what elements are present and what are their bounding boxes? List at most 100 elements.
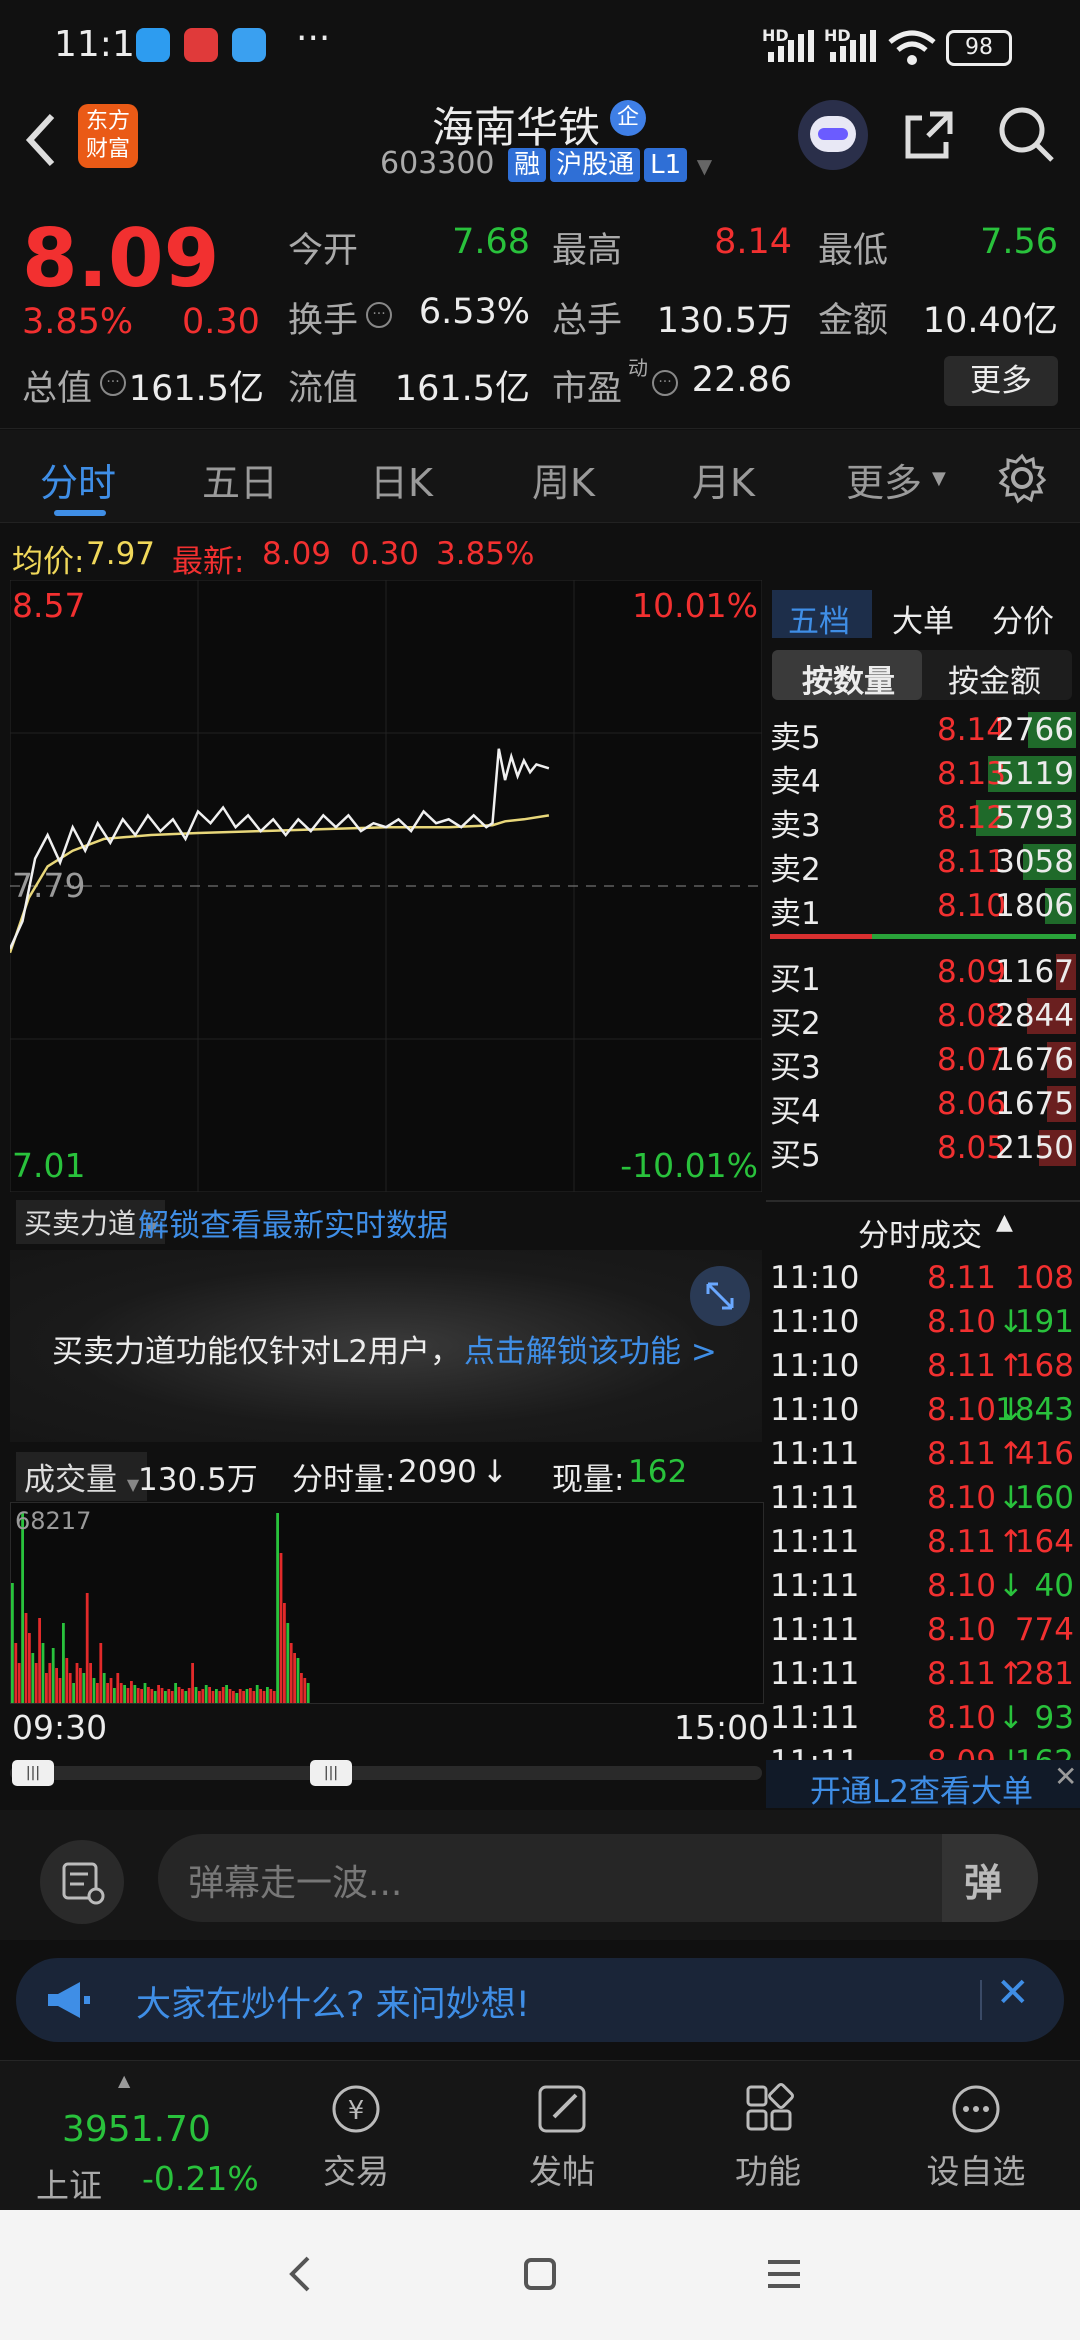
index-name: 上证 xyxy=(36,2166,102,2205)
ask-row[interactable]: 卖3 8.12 5793 xyxy=(766,796,1080,844)
post-edit-icon xyxy=(538,2085,586,2133)
index-pct: -0.21% xyxy=(142,2159,259,2198)
volume-bar xyxy=(34,1663,38,1703)
minute-volume-label: 分时量: xyxy=(292,1462,396,1498)
time-end: 15:00 xyxy=(674,1708,770,1747)
system-home-icon[interactable] xyxy=(520,2252,560,2296)
volume-bar xyxy=(136,1688,140,1703)
corp-badge: 企 xyxy=(610,100,646,136)
range-handle-right[interactable]: ||| xyxy=(310,1760,352,1786)
turnover-info-icon[interactable]: ··· xyxy=(366,302,392,328)
range-handle-left[interactable]: ||| xyxy=(12,1760,54,1786)
logo-line1: 东方 xyxy=(85,109,130,134)
volume-bar xyxy=(279,1553,283,1703)
system-back-icon[interactable] xyxy=(280,2252,320,2296)
tab-more-caret-icon[interactable]: ▼ xyxy=(932,468,946,489)
app-notification-icon xyxy=(136,28,170,62)
ask-price: 8.11 xyxy=(936,844,1006,880)
time-range-track[interactable] xyxy=(10,1766,762,1780)
l2-banner-close-icon[interactable]: ✕ xyxy=(1054,1760,1077,1793)
tab-more[interactable]: 更多 xyxy=(846,452,922,507)
intraday-chart-svg xyxy=(10,580,762,1192)
bid-row[interactable]: 买3 8.07 1676 xyxy=(766,1038,1080,1086)
pe-info-icon[interactable]: ··· xyxy=(652,370,678,396)
intraday-chart[interactable]: 8.57 10.01% 7.79 7.01 -10.01% xyxy=(10,580,762,1192)
force-unlock-action[interactable]: 点击解锁该功能 > xyxy=(464,1326,717,1371)
volume-bar xyxy=(150,1689,154,1703)
volume-bar xyxy=(289,1643,293,1703)
search-icon[interactable] xyxy=(996,104,1056,164)
tab-level5[interactable]: 五档 xyxy=(772,590,872,640)
ask-row[interactable]: 卖5 8.14 2766 xyxy=(766,708,1080,756)
volume-bar xyxy=(194,1687,198,1703)
ask-row[interactable]: 卖4 8.13 5119 xyxy=(766,752,1080,800)
open-value: 7.68 xyxy=(452,222,530,262)
nav-trade[interactable]: ¥ 交易 xyxy=(276,2081,436,2193)
tick-qty: 1843 xyxy=(995,1392,1074,1428)
bid-row[interactable]: 买5 8.05 2150 xyxy=(766,1126,1080,1174)
tick-time: 11:11 xyxy=(770,1524,860,1560)
tab-intraday[interactable]: 分时 xyxy=(40,452,116,507)
ask-banner-close-icon[interactable]: ✕ xyxy=(996,1970,1030,2016)
expand-icon[interactable] xyxy=(690,1266,750,1326)
bid-label: 买3 xyxy=(770,1050,821,1086)
share-icon[interactable] xyxy=(900,104,960,164)
sub-tab-by-qty[interactable]: 按数量 xyxy=(772,650,922,700)
assistant-avatar-icon[interactable] xyxy=(798,100,868,170)
volume-bar xyxy=(62,1623,65,1703)
volume-bar xyxy=(242,1691,245,1703)
volume-bar xyxy=(92,1678,96,1703)
minute-volume: 2090 xyxy=(398,1454,477,1490)
ask-label: 卖1 xyxy=(770,896,821,932)
bid-price: 8.08 xyxy=(936,998,1006,1034)
ask-banner-text: 大家在炒什么? 来问妙想! xyxy=(136,1985,530,2025)
nav-post[interactable]: 发帖 xyxy=(482,2081,642,2193)
more-notifications-icon: ··· xyxy=(296,18,331,59)
more-button[interactable]: 更多 xyxy=(944,356,1058,406)
bid-row[interactable]: 买2 8.08 2844 xyxy=(766,994,1080,1042)
mcap-info-icon[interactable]: ··· xyxy=(100,370,126,396)
l2-banner[interactable]: 开通L2查看大单 ✕ xyxy=(766,1760,1080,1810)
tick-price: 8.11 xyxy=(926,1436,996,1472)
settings-gear-icon[interactable] xyxy=(996,452,1048,504)
tab-level5-label: 五档 xyxy=(788,604,850,640)
bid-price: 8.09 xyxy=(936,954,1006,990)
sub-tab-by-amount[interactable]: 按金额 xyxy=(948,656,1041,701)
ask-row[interactable]: 卖2 8.11 3058 xyxy=(766,840,1080,888)
back-icon[interactable] xyxy=(20,110,60,170)
danmu-toggle-button[interactable]: 弹 xyxy=(942,1834,1038,1922)
system-menu-icon[interactable] xyxy=(764,2252,804,2296)
volume-bar xyxy=(38,1618,41,1703)
tab-big-orders[interactable]: 大单 xyxy=(892,596,954,641)
mcap-value: 161.5亿 xyxy=(128,369,264,409)
ticks-title[interactable]: 分时成交 xyxy=(858,1210,982,1255)
more-circle-icon xyxy=(952,2085,1000,2133)
nav-functions[interactable]: 功能 xyxy=(688,2081,848,2193)
ask-qty: 1806 xyxy=(995,888,1074,924)
tab-price-dist[interactable]: 分价 xyxy=(992,596,1054,641)
ask-label: 卖4 xyxy=(770,764,821,800)
volume-bar xyxy=(306,1683,310,1703)
caret-down-icon[interactable]: ▼ xyxy=(697,154,712,178)
nav-add-watchlist[interactable]: 设自选 xyxy=(896,2081,1056,2193)
volume-bar xyxy=(14,1643,18,1703)
tab-five-day[interactable]: 五日 xyxy=(202,452,278,507)
volume-bar xyxy=(21,1513,24,1703)
tab-daily-k[interactable]: 日K xyxy=(370,452,433,507)
force-unlock-link[interactable]: 解锁查看最新实时数据 xyxy=(138,1200,448,1245)
volume-chart[interactable]: 68217 xyxy=(10,1502,764,1704)
tab-weekly-k[interactable]: 周K xyxy=(532,452,595,507)
tick-row: 11:10 8.10 ↓ 191 xyxy=(766,1300,1080,1344)
bid-row[interactable]: 买1 8.09 1167 xyxy=(766,950,1080,998)
volume-bar xyxy=(245,1689,249,1703)
bid-row[interactable]: 买4 8.06 1675 xyxy=(766,1082,1080,1130)
tab-monthly-k[interactable]: 月K xyxy=(692,452,755,507)
volume-selector[interactable]: 成交量 ▼ xyxy=(16,1452,148,1501)
danmu-input[interactable]: 弹幕走一波... 弹 xyxy=(158,1834,1038,1922)
ticks-sort-icon[interactable]: ▲ xyxy=(996,1210,1013,1235)
ask-row[interactable]: 卖1 8.10 1806 xyxy=(766,884,1080,932)
ask-banner[interactable]: 大家在炒什么? 来问妙想! ✕ xyxy=(16,1958,1064,2042)
danmu-settings-icon[interactable] xyxy=(40,1840,124,1924)
eastmoney-logo[interactable]: 东方 财富 xyxy=(78,104,138,168)
index-ticker[interactable]: ▲ 3951.70 上证 -0.21% xyxy=(0,2061,290,2211)
